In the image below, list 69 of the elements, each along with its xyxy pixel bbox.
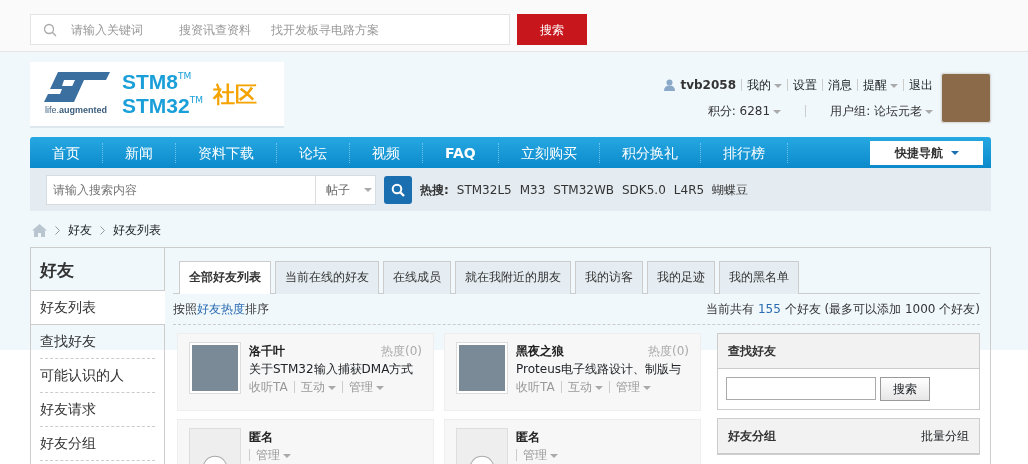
batch-group-link[interactable]: 批量分组 <box>921 427 969 445</box>
breadcrumb-link[interactable]: 好友列表 <box>113 221 161 239</box>
chevron-icon <box>100 225 105 235</box>
caret-icon <box>925 109 933 114</box>
user-group-link[interactable]: 用户组: 论坛元老 <box>830 102 933 120</box>
points-link[interactable]: 积分: 6281 <box>707 102 782 120</box>
sidebar-item[interactable]: 查找好友 <box>40 325 155 360</box>
search-field[interactable] <box>726 377 876 400</box>
user-menu-link[interactable]: 消息 <box>828 76 852 94</box>
home-icon[interactable] <box>32 223 47 237</box>
logo-text: STM8 <box>122 70 178 94</box>
panel-title: 查找好友 <box>718 334 979 369</box>
hot-search-link[interactable]: SDK5.0 <box>622 180 666 199</box>
tab[interactable]: 我的足迹 <box>647 261 715 294</box>
search-button[interactable]: 搜索 <box>517 14 587 45</box>
quick-nav-button[interactable]: 快捷导航 <box>870 140 983 165</box>
user-menu-link[interactable]: 设置 <box>793 76 817 94</box>
friend-name[interactable]: 匿名 <box>249 428 273 446</box>
search-button[interactable] <box>384 175 412 204</box>
type-select[interactable]: 帖子 <box>315 175 375 204</box>
search-button[interactable]: 搜索 <box>880 377 930 401</box>
logo-text: 社区 <box>212 80 257 109</box>
search-icon <box>43 22 57 37</box>
heat-text: 热度(0) <box>648 343 689 360</box>
status-text: 关于STM32输入捕获DMA方式 <box>249 361 415 378</box>
tab[interactable]: 在线成员 <box>383 261 451 294</box>
hot-search-link[interactable]: L4R5 <box>673 180 705 199</box>
search-field[interactable]: 请输入搜索内容 帖子 <box>46 174 376 205</box>
tab[interactable]: 我的黑名单 <box>719 261 799 294</box>
heat-text: 热度(0) <box>381 343 422 360</box>
hot-search-link[interactable]: M33 <box>519 180 546 199</box>
friend-count-text: 当前共有 155 个好友 (最多可以添加 1000 个好友) <box>706 301 980 318</box>
trademark-mark: TM <box>178 70 192 83</box>
friend-name[interactable]: 匿名 <box>516 428 540 446</box>
sidebar-item[interactable]: 好友分组 <box>40 427 155 462</box>
trademark-mark: TM <box>189 94 203 107</box>
search-icon <box>391 182 405 197</box>
photo-placeholder <box>459 345 505 391</box>
sidebar-item[interactable]: 好友请求 <box>40 393 155 428</box>
hot-search-link[interactable]: STM32L5 <box>456 180 512 199</box>
user-icon <box>664 79 676 91</box>
username[interactable]: tvb2058 <box>680 76 736 94</box>
photo-placeholder <box>192 345 238 391</box>
caret-icon <box>364 187 372 192</box>
chevron-icon <box>55 225 60 235</box>
tab[interactable]: 当前在线的好友 <box>275 261 379 294</box>
sort-link[interactable]: 好友热度 <box>197 302 245 316</box>
tab[interactable]: 我的访客 <box>575 261 643 294</box>
user-menu-link[interactable]: 我的 <box>747 76 782 94</box>
hot-search-label: 热搜: <box>420 181 449 199</box>
sidebar-item[interactable]: 可能认识的人 <box>40 359 155 394</box>
user-menu-link[interactable]: 退出 <box>909 76 933 94</box>
hot-search-link[interactable]: 蝴蝶豆 <box>712 180 749 199</box>
friend-name[interactable]: 黑夜之狼 <box>516 342 564 360</box>
caret-icon <box>950 151 959 155</box>
caret-icon <box>773 109 782 114</box>
logo-tagline: life.augmented <box>45 104 107 118</box>
tab[interactable]: 就在我附近的朋友 <box>455 261 571 294</box>
photo-placeholder <box>941 73 991 123</box>
sidebar-item[interactable]: 好友列表 <box>31 291 165 326</box>
hot-search-link[interactable]: STM32WB <box>553 180 614 199</box>
tab[interactable]: 全部好友列表 <box>179 261 271 294</box>
logo-text: STM32 <box>122 94 190 118</box>
panel-title: 好友分组 <box>728 428 776 445</box>
user-menu-link[interactable]: 提醒 <box>863 76 898 94</box>
friend-name[interactable]: 洛千叶 <box>249 342 285 360</box>
status-text: Proteus电子线路设计、制版与 <box>516 361 682 378</box>
breadcrumb-link[interactable]: 好友 <box>68 221 92 239</box>
sort-text: 按照好友热度排序 <box>173 301 269 318</box>
